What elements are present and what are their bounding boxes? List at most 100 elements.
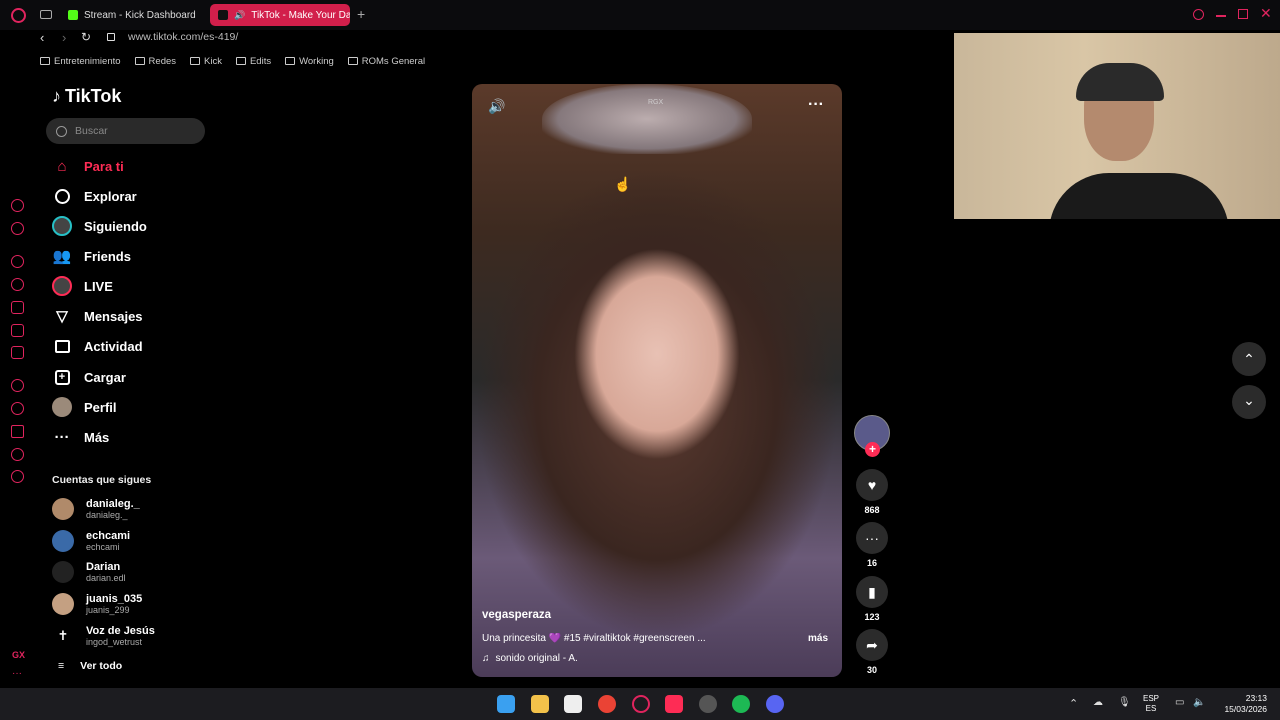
reload-icon[interactable]: ↻ — [81, 30, 91, 44]
back-icon[interactable]: ‹ — [40, 30, 44, 45]
forward-icon[interactable]: › — [62, 30, 66, 45]
tiktok-app-icon[interactable] — [665, 695, 683, 713]
opera-gx-icon[interactable] — [632, 695, 650, 713]
capcut-icon[interactable] — [564, 695, 582, 713]
maximize-button[interactable] — [1238, 9, 1248, 19]
bookmark-folder[interactable]: Kick — [190, 56, 222, 67]
bookmark-label: Entretenimiento — [54, 55, 121, 67]
clock[interactable]: 23:13 15/03/2026 — [1212, 693, 1267, 715]
tray-display-icon[interactable]: ▭ — [1175, 697, 1184, 708]
tray-network-icon[interactable]: ☁ — [1093, 697, 1103, 708]
following-account[interactable]: danialeg._ danialeg._ — [52, 495, 140, 523]
nav-live[interactable]: LIVE — [52, 273, 113, 299]
follow-plus-button[interactable]: + — [865, 442, 880, 457]
tray-mic-icon[interactable]: 🎙 — [1118, 697, 1131, 708]
following-account[interactable]: ✝ Voz de Jesús ingod_wetrust — [52, 622, 155, 650]
bookmark-folder[interactable]: Entretenimiento — [40, 56, 121, 67]
speaker-icon: 🔊 — [234, 9, 246, 20]
tiktok-note-icon: ♪ — [52, 86, 61, 106]
tab-tiktok[interactable]: 🔊 TikTok - Make Your Da — [210, 4, 350, 26]
tiktok-icon — [218, 10, 228, 20]
nav-actividad[interactable]: Actividad — [52, 333, 143, 359]
following-account[interactable]: juanis_035 juanis_299 — [52, 590, 142, 618]
messenger-icon[interactable] — [11, 255, 24, 268]
nav-explorar[interactable]: Explorar — [52, 183, 137, 209]
extensions-icon[interactable] — [11, 448, 24, 461]
bookmark-folder[interactable]: Edits — [235, 56, 271, 67]
comment-action[interactable]: ··· 16 — [856, 522, 888, 568]
account-handle: darian.edl — [86, 572, 126, 583]
discord-icon[interactable] — [11, 346, 24, 359]
sound-row[interactable]: ♫ sonido original - A. — [482, 653, 578, 664]
language-indicator[interactable]: ESP ES — [1143, 694, 1159, 714]
discord-app-icon[interactable] — [766, 695, 784, 713]
video-more-icon[interactable]: ··· — [808, 96, 824, 114]
aria-icon[interactable] — [11, 199, 24, 212]
save-action[interactable]: ▮ 123 — [856, 576, 888, 622]
search-tabs-icon[interactable] — [1193, 9, 1204, 20]
more-icon: ··· — [54, 428, 70, 446]
sidebar-more-icon[interactable]: ··· — [12, 668, 22, 679]
tab-label: TikTok - Make Your Da — [251, 9, 350, 21]
file-explorer-icon[interactable] — [531, 695, 549, 713]
clock-date: 15/03/2026 — [1224, 704, 1267, 714]
volume-icon[interactable]: 🔊 — [488, 98, 505, 115]
opera-logo-icon[interactable] — [11, 8, 26, 23]
bookmark-folder[interactable]: Working — [285, 56, 334, 67]
webcam-overlay — [954, 33, 1280, 219]
bookmark-folder[interactable]: Redes — [134, 56, 176, 67]
folder-icon — [285, 57, 296, 65]
nav-mensajes[interactable]: ▽ Mensajes — [52, 303, 142, 329]
bookmark-folder[interactable]: ROMs General — [347, 56, 425, 67]
whatsapp-icon[interactable] — [11, 278, 24, 291]
crown-shape — [542, 84, 752, 154]
following-account[interactable]: Darian darian.edl — [52, 558, 126, 586]
caption-more-button[interactable]: más — [808, 633, 828, 644]
heart-icon[interactable]: ♥ — [856, 469, 888, 501]
account-name: danialeg._ — [86, 497, 140, 510]
bookmark-icon[interactable]: ▮ — [856, 576, 888, 608]
chrome-icon[interactable] — [598, 695, 616, 713]
heart-icon[interactable] — [11, 379, 24, 392]
url-field[interactable]: www.tiktok.com/es-419/ — [128, 31, 238, 43]
share-icon[interactable]: ➦ — [856, 629, 888, 661]
instagram-icon[interactable] — [11, 301, 24, 314]
comment-icon[interactable]: ··· — [856, 522, 888, 554]
windows-start-icon[interactable] — [497, 695, 515, 713]
share-action[interactable]: ➦ 30 — [856, 629, 888, 675]
tray-overflow-icon[interactable]: ⌃ — [1069, 697, 1078, 710]
following-account[interactable]: echcami echcami — [52, 527, 130, 555]
tiktok-sidebar-icon[interactable] — [11, 324, 24, 337]
nav-para-ti[interactable]: ⌂ Para ti — [52, 153, 123, 179]
history-icon[interactable] — [11, 402, 24, 415]
tiktok-logo[interactable]: ♪ TikTok — [52, 86, 121, 107]
close-button[interactable]: ✕ — [1260, 5, 1272, 22]
list-icon: ≡ — [58, 660, 65, 672]
tab-kick[interactable]: Stream - Kick Dashboard — [60, 4, 206, 26]
next-video-button[interactable]: ⌄ — [1232, 385, 1266, 419]
video-username[interactable]: vegasperaza — [482, 609, 551, 621]
video-player[interactable]: 🔊 RGX ··· vegasperaza Una princesita 💜 #… — [472, 84, 842, 677]
nav-friends[interactable]: 👥 Friends — [52, 243, 131, 269]
like-action[interactable]: ♥ 868 — [856, 469, 888, 515]
tray-volume-icon[interactable]: 🔈 — [1193, 697, 1205, 708]
workspaces-icon[interactable] — [40, 10, 52, 19]
bookmark-label: Working — [299, 55, 334, 67]
nav-perfil[interactable]: Perfil — [52, 394, 117, 420]
address-bar-row: ‹ › ↻ www.tiktok.com/es-419/ — [0, 28, 954, 48]
following-icon — [52, 216, 72, 236]
new-tab-button[interactable]: + — [357, 6, 365, 22]
spotify-icon[interactable] — [732, 695, 750, 713]
see-all-link[interactable]: ≡ Ver todo — [58, 660, 122, 672]
download-icon[interactable] — [11, 425, 24, 438]
gx-icon[interactable]: GX — [12, 650, 25, 660]
settings-icon[interactable] — [11, 470, 24, 483]
nav-cargar[interactable]: + Cargar — [52, 364, 126, 390]
nav-siguiendo[interactable]: Siguiendo — [52, 213, 147, 239]
obs-icon[interactable] — [699, 695, 717, 713]
nav-mas[interactable]: ··· Más — [52, 424, 110, 450]
crypto-icon[interactable] — [11, 222, 24, 235]
minimize-button[interactable] — [1216, 15, 1226, 17]
search-input[interactable]: Buscar — [46, 118, 205, 144]
previous-video-button[interactable]: ⌃ — [1232, 342, 1266, 376]
